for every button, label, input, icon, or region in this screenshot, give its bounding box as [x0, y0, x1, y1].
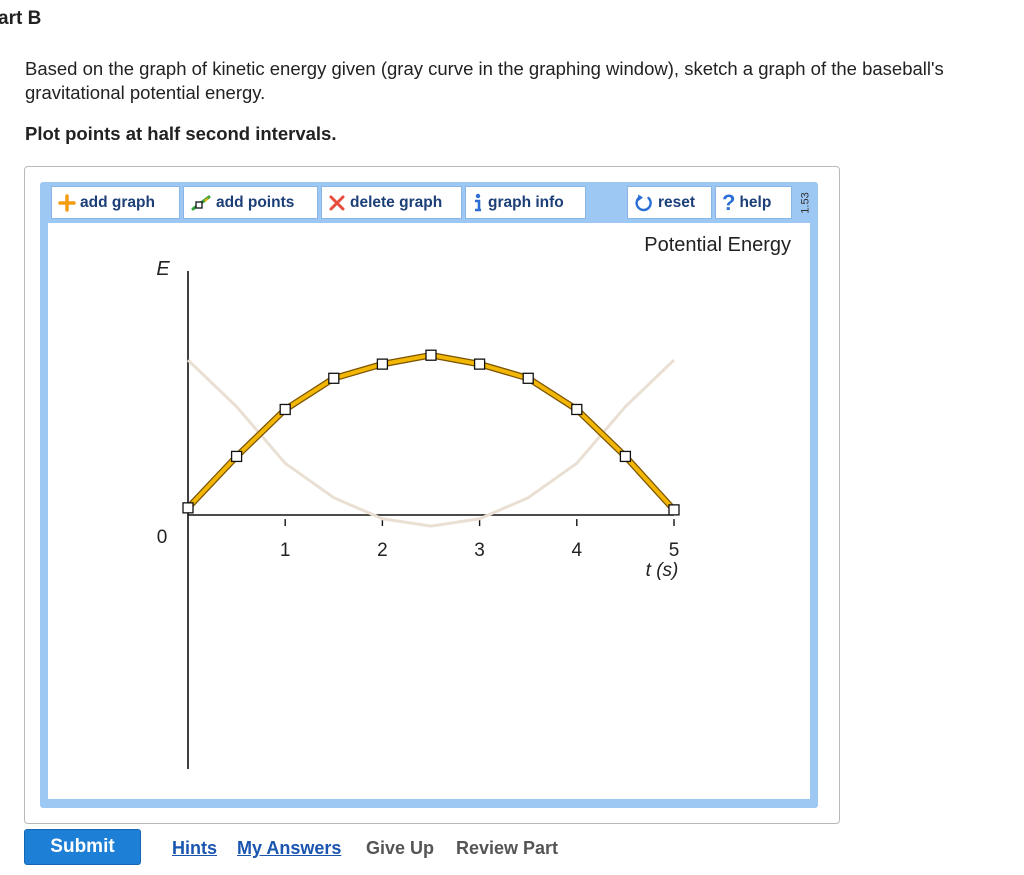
- info-icon: [472, 193, 484, 213]
- graph-title: Potential Energy: [644, 234, 791, 256]
- potential-energy-point[interactable]: [668, 504, 680, 516]
- plus-icon: [58, 193, 76, 212]
- add-graph-label: add graph: [80, 193, 155, 211]
- add-points-label: add points: [216, 193, 295, 211]
- reset-button[interactable]: reset: [627, 186, 712, 219]
- graphing-tool: add graph add points delete graph graph …: [24, 166, 840, 824]
- x-tick-label: 3: [474, 540, 485, 561]
- potential-energy-point[interactable]: [425, 349, 437, 361]
- help-icon: ?: [722, 189, 736, 215]
- add-graph-button[interactable]: add graph: [51, 186, 180, 219]
- potential-energy-point[interactable]: [328, 372, 340, 384]
- pencil-points-icon: [190, 194, 212, 212]
- potential-energy-point[interactable]: [571, 403, 583, 416]
- potential-energy-point[interactable]: [376, 358, 389, 370]
- y-axis-label: E: [156, 258, 170, 280]
- potential-energy-point[interactable]: [279, 403, 291, 416]
- graph-info-button[interactable]: graph info: [465, 186, 586, 219]
- origin-label: 0: [157, 527, 168, 548]
- x-tick-label: 4: [572, 540, 583, 561]
- graphing-tool-panel: add graph add points delete graph graph …: [40, 182, 818, 808]
- delete-x-icon: [328, 194, 346, 212]
- kinetic-energy-reference-curve: [186, 358, 676, 528]
- version-text: 1.53: [800, 191, 813, 214]
- series-layer: [182, 349, 680, 528]
- instruction-text: Plot points at half second intervals.: [25, 123, 337, 144]
- x-tick-label: 5: [669, 540, 680, 561]
- graph-info-label: graph info: [488, 193, 564, 211]
- my-answers-link[interactable]: My Answers: [237, 838, 341, 859]
- delete-graph-button[interactable]: delete graph: [321, 186, 462, 219]
- potential-energy-line[interactable]: [186, 353, 676, 512]
- x-axis-label: t (s): [646, 560, 679, 581]
- x-tick-label: 2: [377, 540, 388, 561]
- add-points-button[interactable]: add points: [183, 186, 318, 219]
- question-text: Based on the graph of kinetic energy giv…: [25, 58, 944, 103]
- graph-canvas[interactable]: Potential Energy E 0 t (s) 1 2 3 4 5: [48, 223, 810, 799]
- potential-energy-plot[interactable]: Potential Energy E 0 t (s) 1 2 3 4 5: [48, 223, 810, 799]
- potential-energy-point[interactable]: [473, 358, 486, 370]
- potential-energy-point[interactable]: [230, 450, 243, 463]
- delete-graph-label: delete graph: [350, 193, 443, 211]
- x-tick-label: 1: [280, 540, 291, 561]
- x-tick-group: 1 2 3 4 5: [280, 519, 679, 561]
- reset-icon: [634, 193, 654, 213]
- part-title: art B: [0, 8, 42, 29]
- potential-energy-point[interactable]: [522, 372, 534, 384]
- submit-button[interactable]: Submit: [24, 829, 141, 865]
- reset-label: reset: [658, 193, 696, 211]
- give-up-link[interactable]: Give Up: [366, 838, 434, 859]
- hints-link[interactable]: Hints: [172, 838, 217, 859]
- review-part-link[interactable]: Review Part: [456, 838, 558, 859]
- help-label: help: [739, 193, 772, 211]
- help-button[interactable]: ? help: [715, 186, 792, 219]
- potential-energy-point[interactable]: [619, 450, 632, 463]
- potential-energy-point[interactable]: [182, 502, 194, 514]
- version-label: 1.53: [796, 186, 816, 219]
